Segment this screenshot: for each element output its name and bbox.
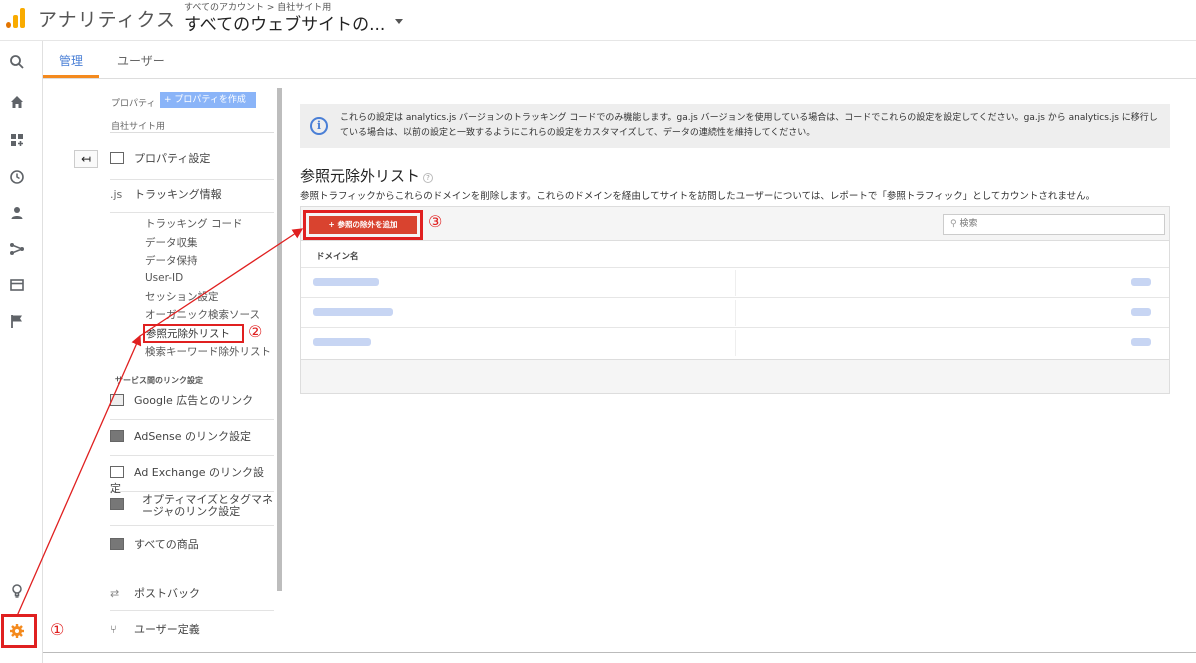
service-links-heading: サービス間のリンク設定 xyxy=(115,376,203,385)
property-column-label: プロパティ xyxy=(111,99,156,109)
menu-label: ポストバック xyxy=(134,587,200,600)
view-selector[interactable]: すべてのウェブサイトの... xyxy=(184,10,385,35)
chevron-down-icon[interactable] xyxy=(395,19,403,24)
table-footer xyxy=(301,359,1169,393)
column-header-domain[interactable]: ドメイン名 xyxy=(316,250,359,262)
domain-link-redacted[interactable] xyxy=(313,338,371,346)
user-definitions-icon: ⑂ xyxy=(110,623,117,636)
menu-data-collection[interactable]: データ収集 xyxy=(145,235,198,250)
menu-user-definitions[interactable]: ⑂ ユーザー定義 xyxy=(110,621,274,645)
admin-tabs: 管理 ユーザー xyxy=(43,41,1196,79)
tab-admin[interactable]: 管理 xyxy=(59,52,83,69)
page-title-text: 参照元除外リスト xyxy=(300,167,421,185)
audience-person-icon[interactable] xyxy=(8,205,26,223)
domain-link-redacted[interactable] xyxy=(313,278,379,286)
create-property-button[interactable]: + プロパティを作成 xyxy=(160,92,256,108)
menu-ad-exchange-link[interactable]: Ad Exchange のリンク設定 xyxy=(110,464,274,495)
menu-label: プロパティ設定 xyxy=(134,152,211,165)
divider xyxy=(735,300,736,326)
ads-icon xyxy=(110,394,124,406)
menu-all-products[interactable]: すべての商品 xyxy=(110,536,274,564)
column-scrollbar[interactable] xyxy=(277,88,282,591)
menu-label: オプティマイズとタグマネージャのリンク設定 xyxy=(142,494,274,518)
menu-label: トラッキング情報 xyxy=(134,188,222,201)
menu-label: Ad Exchange のリンク設定 xyxy=(110,466,265,495)
remove-link-redacted[interactable] xyxy=(1131,308,1151,316)
menu-session-settings[interactable]: セッション設定 xyxy=(145,289,219,304)
page-description: 参照トラフィックからこれらのドメインを削除します。これらのドメインを経由してサイ… xyxy=(300,191,1096,202)
divider xyxy=(110,132,274,133)
menu-label: すべての商品 xyxy=(134,538,199,551)
annotation-number-1: ① xyxy=(50,620,65,639)
menu-property-settings[interactable]: プロパティ設定 xyxy=(110,150,274,180)
acquisition-icon[interactable] xyxy=(8,241,26,259)
menu-postback[interactable]: ⇄ ポストバック xyxy=(110,585,274,611)
adsense-icon xyxy=(110,430,124,442)
realtime-clock-icon[interactable] xyxy=(8,169,26,187)
annotation-number-3: ③ xyxy=(428,212,443,231)
menu-tracking-code[interactable]: トラッキング コード xyxy=(145,216,243,231)
lightbulb-icon[interactable] xyxy=(8,583,26,601)
help-icon[interactable]: ? xyxy=(423,173,434,183)
property-settings-icon xyxy=(110,152,124,164)
annotation-box-gear xyxy=(1,614,37,648)
conversions-flag-icon[interactable] xyxy=(8,313,26,331)
add-referral-exclusion-button[interactable]: + 参照の除外を追加 xyxy=(309,216,417,234)
menu-organic-search-sources[interactable]: オーガニック検索ソース xyxy=(145,307,260,322)
remove-link-redacted[interactable] xyxy=(1131,338,1151,346)
info-text: これらの設定は analytics.js バージョンのトラッキング コードでのみ… xyxy=(340,113,1158,138)
menu-user-id[interactable]: User-ID xyxy=(145,272,183,284)
table-row[interactable] xyxy=(301,267,1169,297)
behavior-icon[interactable] xyxy=(8,277,26,295)
postback-icon: ⇄ xyxy=(110,587,120,600)
referral-exclusion-table: + 参照の除外を追加 ⚲ 検索 ドメイン名 xyxy=(300,206,1170,394)
page-title: 参照元除外リスト? xyxy=(300,165,434,186)
customization-icon[interactable] xyxy=(8,132,26,150)
divider xyxy=(735,330,736,356)
active-tab-indicator xyxy=(43,75,99,78)
menu-optimize-tag-manager-link[interactable]: オプティマイズとタグマネージャのリンク設定 xyxy=(110,494,274,526)
optimize-icon xyxy=(110,498,124,510)
table-row[interactable] xyxy=(301,327,1169,357)
search-input[interactable]: ⚲ 検索 xyxy=(943,214,1165,235)
search-icon: ⚲ xyxy=(950,219,957,229)
remove-link-redacted[interactable] xyxy=(1131,278,1151,286)
menu-label: AdSense のリンク設定 xyxy=(134,430,252,443)
info-banner: i これらの設定は analytics.js バージョンのトラッキング コードで… xyxy=(300,104,1170,148)
top-header: アナリティクス すべてのアカウント > 自社サイト用 すべてのウェブサイトの..… xyxy=(0,0,1196,41)
menu-tracking-info[interactable]: .js トラッキング情報 xyxy=(110,186,274,213)
annotation-number-2: ② xyxy=(248,322,263,341)
all-products-icon xyxy=(110,538,124,550)
ad-exchange-icon xyxy=(110,466,124,478)
divider xyxy=(43,652,1196,653)
search-icon[interactable] xyxy=(8,54,26,72)
analytics-logo-icon[interactable] xyxy=(5,6,27,28)
menu-search-term-exclusion-list[interactable]: 検索キーワード除外リスト xyxy=(145,344,271,359)
menu-label: ユーザー定義 xyxy=(134,623,200,636)
menu-referral-exclusion-list[interactable]: 参照元除外リスト xyxy=(143,324,244,343)
tab-user[interactable]: ユーザー xyxy=(117,52,165,69)
menu-google-ads-link[interactable]: Google 広告とのリンク xyxy=(110,392,274,420)
divider xyxy=(735,270,736,296)
back-arrow-icon[interactable]: ↤ xyxy=(74,150,98,168)
home-icon[interactable] xyxy=(8,94,26,112)
js-icon: .js xyxy=(110,188,123,201)
menu-data-retention[interactable]: データ保持 xyxy=(145,253,198,268)
left-nav-rail xyxy=(0,41,43,663)
annotation-box-add-button: + 参照の除外を追加 xyxy=(303,210,423,240)
domain-link-redacted[interactable] xyxy=(313,308,393,316)
app-title: アナリティクス xyxy=(38,9,176,31)
selected-property[interactable]: 自社サイト用 xyxy=(111,119,165,132)
info-icon: i xyxy=(310,117,328,135)
table-row[interactable] xyxy=(301,297,1169,327)
search-placeholder: 検索 xyxy=(959,219,978,229)
menu-adsense-link[interactable]: AdSense のリンク設定 xyxy=(110,428,274,456)
menu-label: Google 広告とのリンク xyxy=(134,394,254,407)
